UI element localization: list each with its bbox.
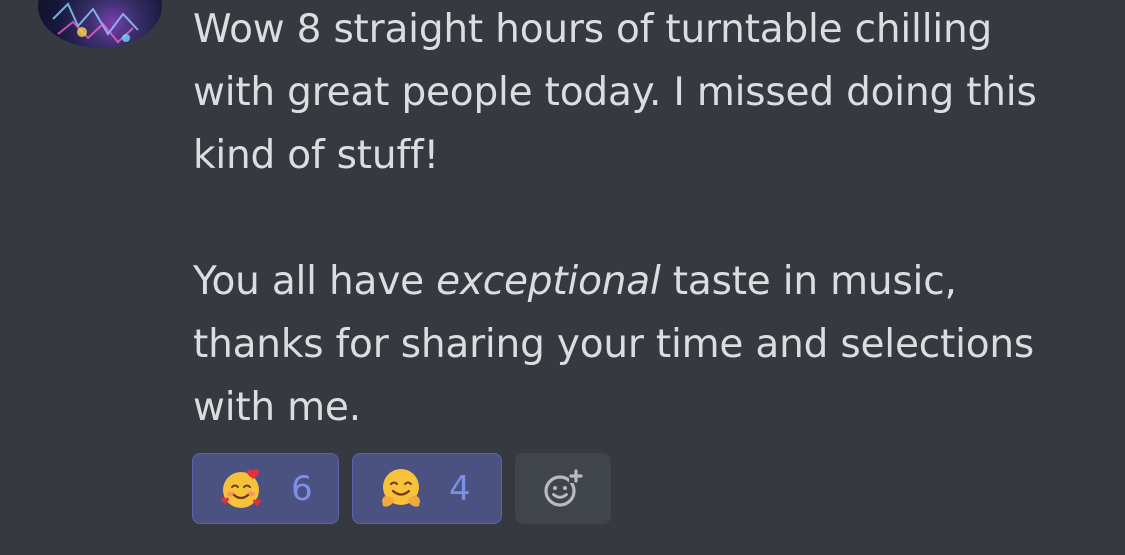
reaction-count: 4 — [449, 468, 471, 509]
reactions-bar: 6 4 — [192, 453, 611, 524]
message-content: Wow 8 straight hours of turntable chilli… — [193, 0, 1093, 439]
message-line: Wow 8 straight hours of turntable chilli… — [193, 7, 993, 52]
message-text: taste in music, — [660, 259, 957, 304]
add-reaction-button[interactable] — [515, 453, 611, 524]
message-line: You all have exceptional taste in music, — [193, 250, 1093, 313]
hugging-face-icon — [382, 468, 420, 507]
smiling-face-with-hearts-icon — [221, 468, 261, 508]
user-avatar[interactable] — [38, 0, 162, 48]
message-line: with me. — [193, 385, 361, 430]
add-reaction-icon — [544, 468, 583, 507]
emphasis-text: exceptional — [436, 259, 661, 304]
message-line: kind of stuff! — [193, 133, 439, 178]
reaction-smiling-face-with-hearts[interactable]: 6 — [192, 453, 339, 524]
message-text: You all have — [193, 259, 437, 304]
message-line: thanks for sharing your time and selecti… — [193, 322, 1035, 367]
reaction-hugging-face[interactable]: 4 — [352, 453, 502, 524]
message-line: with great people today. I missed doing … — [193, 70, 1037, 115]
reaction-count: 6 — [291, 468, 313, 509]
